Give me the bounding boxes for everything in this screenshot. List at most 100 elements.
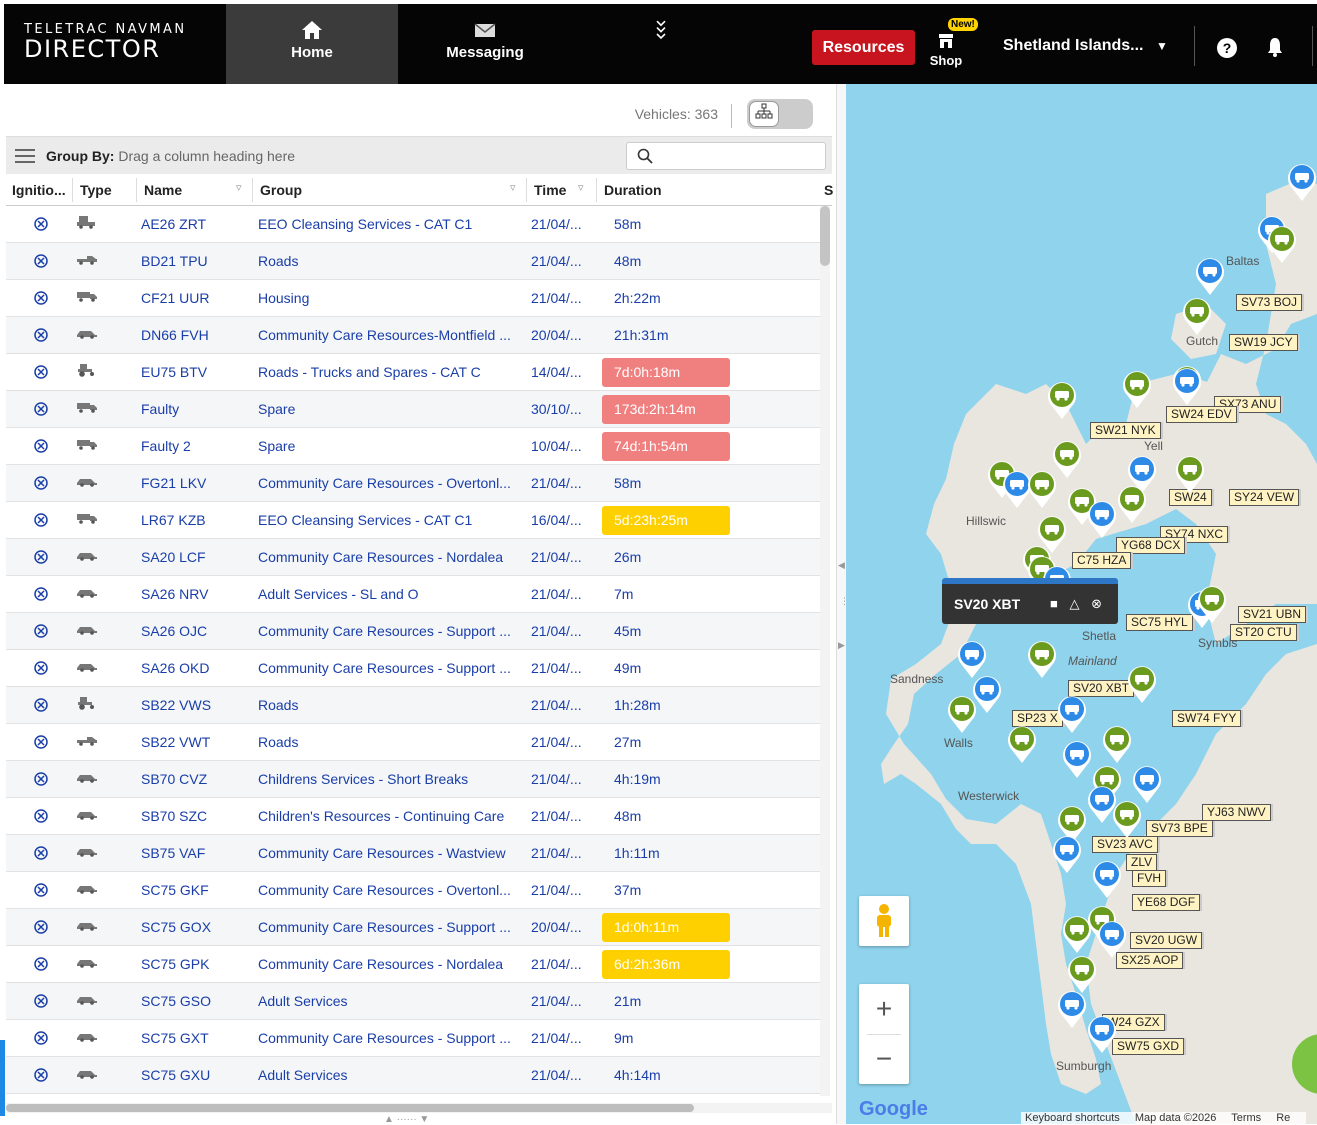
vehicle-group-link[interactable]: Community Care Resources - Support ... <box>258 623 528 639</box>
tree-view-toggle[interactable] <box>747 99 813 129</box>
filter-icon[interactable]: ▿ <box>578 181 584 194</box>
table-row[interactable]: BD21 TPU Roads 21/04/... 48m <box>6 243 822 280</box>
side-tab[interactable] <box>0 1040 5 1116</box>
col-status[interactable]: S <box>824 182 833 198</box>
vehicle-name-link[interactable]: SB75 VAF <box>141 845 251 861</box>
close-icon[interactable]: ⊗ <box>1091 596 1102 611</box>
vehicle-group-link[interactable]: Community Care Resources - Nordalea <box>258 549 528 565</box>
vehicle-marker[interactable] <box>1086 499 1118 539</box>
vehicle-name-link[interactable]: SC75 GKF <box>141 882 251 898</box>
vehicle-group-link[interactable]: Community Care Resources - Wastview <box>258 845 528 861</box>
vehicle-name-link[interactable]: SB70 SZC <box>141 808 251 824</box>
vehicle-label[interactable]: YE68 DGF <box>1132 894 1201 911</box>
expand-right-icon[interactable]: ▶ <box>838 640 845 651</box>
table-row[interactable]: SA26 NRV Adult Services - SL and O 21/04/.… <box>6 576 822 613</box>
vehicle-group-link[interactable]: EEO Cleansing Services - CAT C1 <box>258 216 528 232</box>
vehicle-marker[interactable] <box>1266 224 1298 264</box>
table-row[interactable]: AE26 ZRT EEO Cleansing Services - CAT C1 2… <box>6 206 822 243</box>
bell-icon[interactable] <box>1266 36 1284 58</box>
collapse-left-icon[interactable]: ◀ <box>838 560 845 571</box>
col-group[interactable]: Group <box>260 182 302 198</box>
table-row[interactable]: SC75 GXU Adult Services 21/04/... 4h:14m <box>6 1057 822 1094</box>
table-row[interactable]: SB70 SZC Children's Resources - Continuin… <box>6 798 822 835</box>
vehicle-marker[interactable] <box>1026 469 1058 509</box>
vehicle-label[interactable]: SV73 BPE <box>1146 820 1213 837</box>
table-row[interactable]: CF21 UUR Housing 21/04/... 2h:22m <box>6 280 822 317</box>
zoom-out-button[interactable]: − <box>859 1034 909 1084</box>
vehicle-popup[interactable]: SV20 XBT ■ △ ⊗ <box>942 578 1118 624</box>
vehicle-group-link[interactable]: Community Care Resources-Montfield ... <box>258 327 528 343</box>
vehicle-label[interactable]: SW21 NYK <box>1090 422 1161 439</box>
col-duration[interactable]: Duration <box>604 182 662 198</box>
hamburger-menu-icon[interactable] <box>14 147 36 165</box>
table-row[interactable]: SC75 GPK Community Care Resources - Norda… <box>6 946 822 983</box>
vehicle-name-link[interactable]: SB70 CVZ <box>141 771 251 787</box>
table-row[interactable]: SA26 OKD Community Care Resources - Suppo… <box>6 650 822 687</box>
vehicle-name-link[interactable]: BD21 TPU <box>141 253 251 269</box>
vehicle-marker[interactable] <box>1196 584 1228 624</box>
vehicle-group-link[interactable]: Roads - Trucks and Spares - CAT C <box>258 364 528 380</box>
vehicle-group-link[interactable]: Community Care Resources - Overtonl... <box>258 475 528 491</box>
vehicle-group-link[interactable]: Spare <box>258 401 528 417</box>
nav-messaging[interactable]: Messaging <box>399 4 571 84</box>
vehicle-name-link[interactable]: SC75 GPK <box>141 956 251 972</box>
vehicle-label[interactable]: SY24 VEW <box>1229 489 1300 506</box>
vehicle-marker[interactable] <box>1026 639 1058 679</box>
vehicle-name-link[interactable]: LR67 KZB <box>141 512 251 528</box>
vehicle-group-link[interactable]: Childrens Services - Short Breaks <box>258 771 528 787</box>
table-row[interactable]: FG21 LKV Community Care Resources - Overt… <box>6 465 822 502</box>
vehicle-marker[interactable] <box>1066 954 1098 994</box>
vehicle-group-link[interactable]: Children's Resources - Continuing Care <box>258 808 528 824</box>
vehicle-marker[interactable] <box>1286 162 1317 202</box>
vehicle-label[interactable]: SV20 UGW <box>1130 932 1203 949</box>
map-view[interactable]: Baltas Gutch Yell Hillswic Shetla Mainla… <box>846 84 1317 1124</box>
vehicle-label[interactable]: C75 HZA <box>1072 552 1132 569</box>
filter-icon[interactable]: ▿ <box>236 181 242 194</box>
vehicle-name-link[interactable]: SC75 GSO <box>141 993 251 1009</box>
table-row[interactable]: Faulty Spare 30/10/... 173d:2h:14m <box>6 391 822 428</box>
table-row[interactable]: SC75 GOX Community Care Resources - Suppo… <box>6 909 822 946</box>
zoom-in-button[interactable]: + <box>859 984 909 1034</box>
vertical-scrollbar[interactable] <box>820 206 830 1096</box>
vehicle-group-link[interactable]: Spare <box>258 438 528 454</box>
vehicle-marker[interactable] <box>1046 380 1078 420</box>
help-icon[interactable]: ? <box>1217 38 1237 58</box>
vehicle-marker[interactable] <box>1174 454 1206 494</box>
vehicle-marker[interactable] <box>1121 369 1153 409</box>
vehicle-marker[interactable] <box>1126 664 1158 704</box>
vehicle-marker[interactable] <box>1056 989 1088 1029</box>
table-row[interactable]: SC75 GKF Community Care Resources - Overt… <box>6 872 822 909</box>
col-ignition[interactable]: Ignitio... <box>12 182 66 198</box>
shop-button[interactable]: New! Shop <box>926 18 978 68</box>
vehicle-name-link[interactable]: SC75 GOX <box>141 919 251 935</box>
vehicle-label[interactable]: FVH <box>1132 870 1166 887</box>
col-type[interactable]: Type <box>80 182 112 198</box>
vehicle-group-link[interactable]: Community Care Resources - Support ... <box>258 1030 528 1046</box>
vehicle-marker[interactable] <box>1096 919 1128 959</box>
report-link[interactable]: Re <box>1276 1112 1290 1124</box>
vehicle-group-link[interactable]: Community Care Resources - Support ... <box>258 660 528 676</box>
vehicle-name-link[interactable]: CF21 UUR <box>141 290 251 306</box>
vehicle-name-link[interactable]: SB22 VWT <box>141 734 251 750</box>
vehicle-group-link[interactable]: Adult Services - SL and O <box>258 586 528 602</box>
organisation-selector[interactable]: Shetland Islands... ▼ <box>1003 37 1168 55</box>
keyboard-shortcuts-link[interactable]: Keyboard shortcuts <box>1025 1112 1120 1124</box>
vehicle-label[interactable]: ZLV <box>1126 854 1158 871</box>
filter-icon[interactable]: ▿ <box>510 181 516 194</box>
table-row[interactable]: Faulty 2 Spare 10/04/... 74d:1h:54m <box>6 428 822 465</box>
scrollbar-thumb[interactable] <box>6 1104 694 1112</box>
horizontal-scrollbar[interactable] <box>6 1103 832 1113</box>
table-row[interactable]: DN66 FVH Community Care Resources-Montfie… <box>6 317 822 354</box>
vehicle-label[interactable]: SW24 EDV <box>1166 406 1237 423</box>
vehicle-marker[interactable] <box>956 639 988 679</box>
vehicle-group-link[interactable]: Roads <box>258 734 528 750</box>
vehicle-group-link[interactable]: Community Care Resources - Overtonl... <box>258 882 528 898</box>
vehicle-group-link[interactable]: Community Care Resources - Nordalea <box>258 956 528 972</box>
search-input[interactable] <box>626 142 826 170</box>
street-view-pegman-icon[interactable] <box>859 896 909 946</box>
vehicle-name-link[interactable]: SA26 NRV <box>141 586 251 602</box>
vehicle-marker[interactable] <box>1111 799 1143 839</box>
scrollbar-thumb[interactable] <box>820 206 830 266</box>
col-name[interactable]: Name <box>144 182 182 198</box>
table-row[interactable]: SB70 CVZ Childrens Services - Short Break… <box>6 761 822 798</box>
